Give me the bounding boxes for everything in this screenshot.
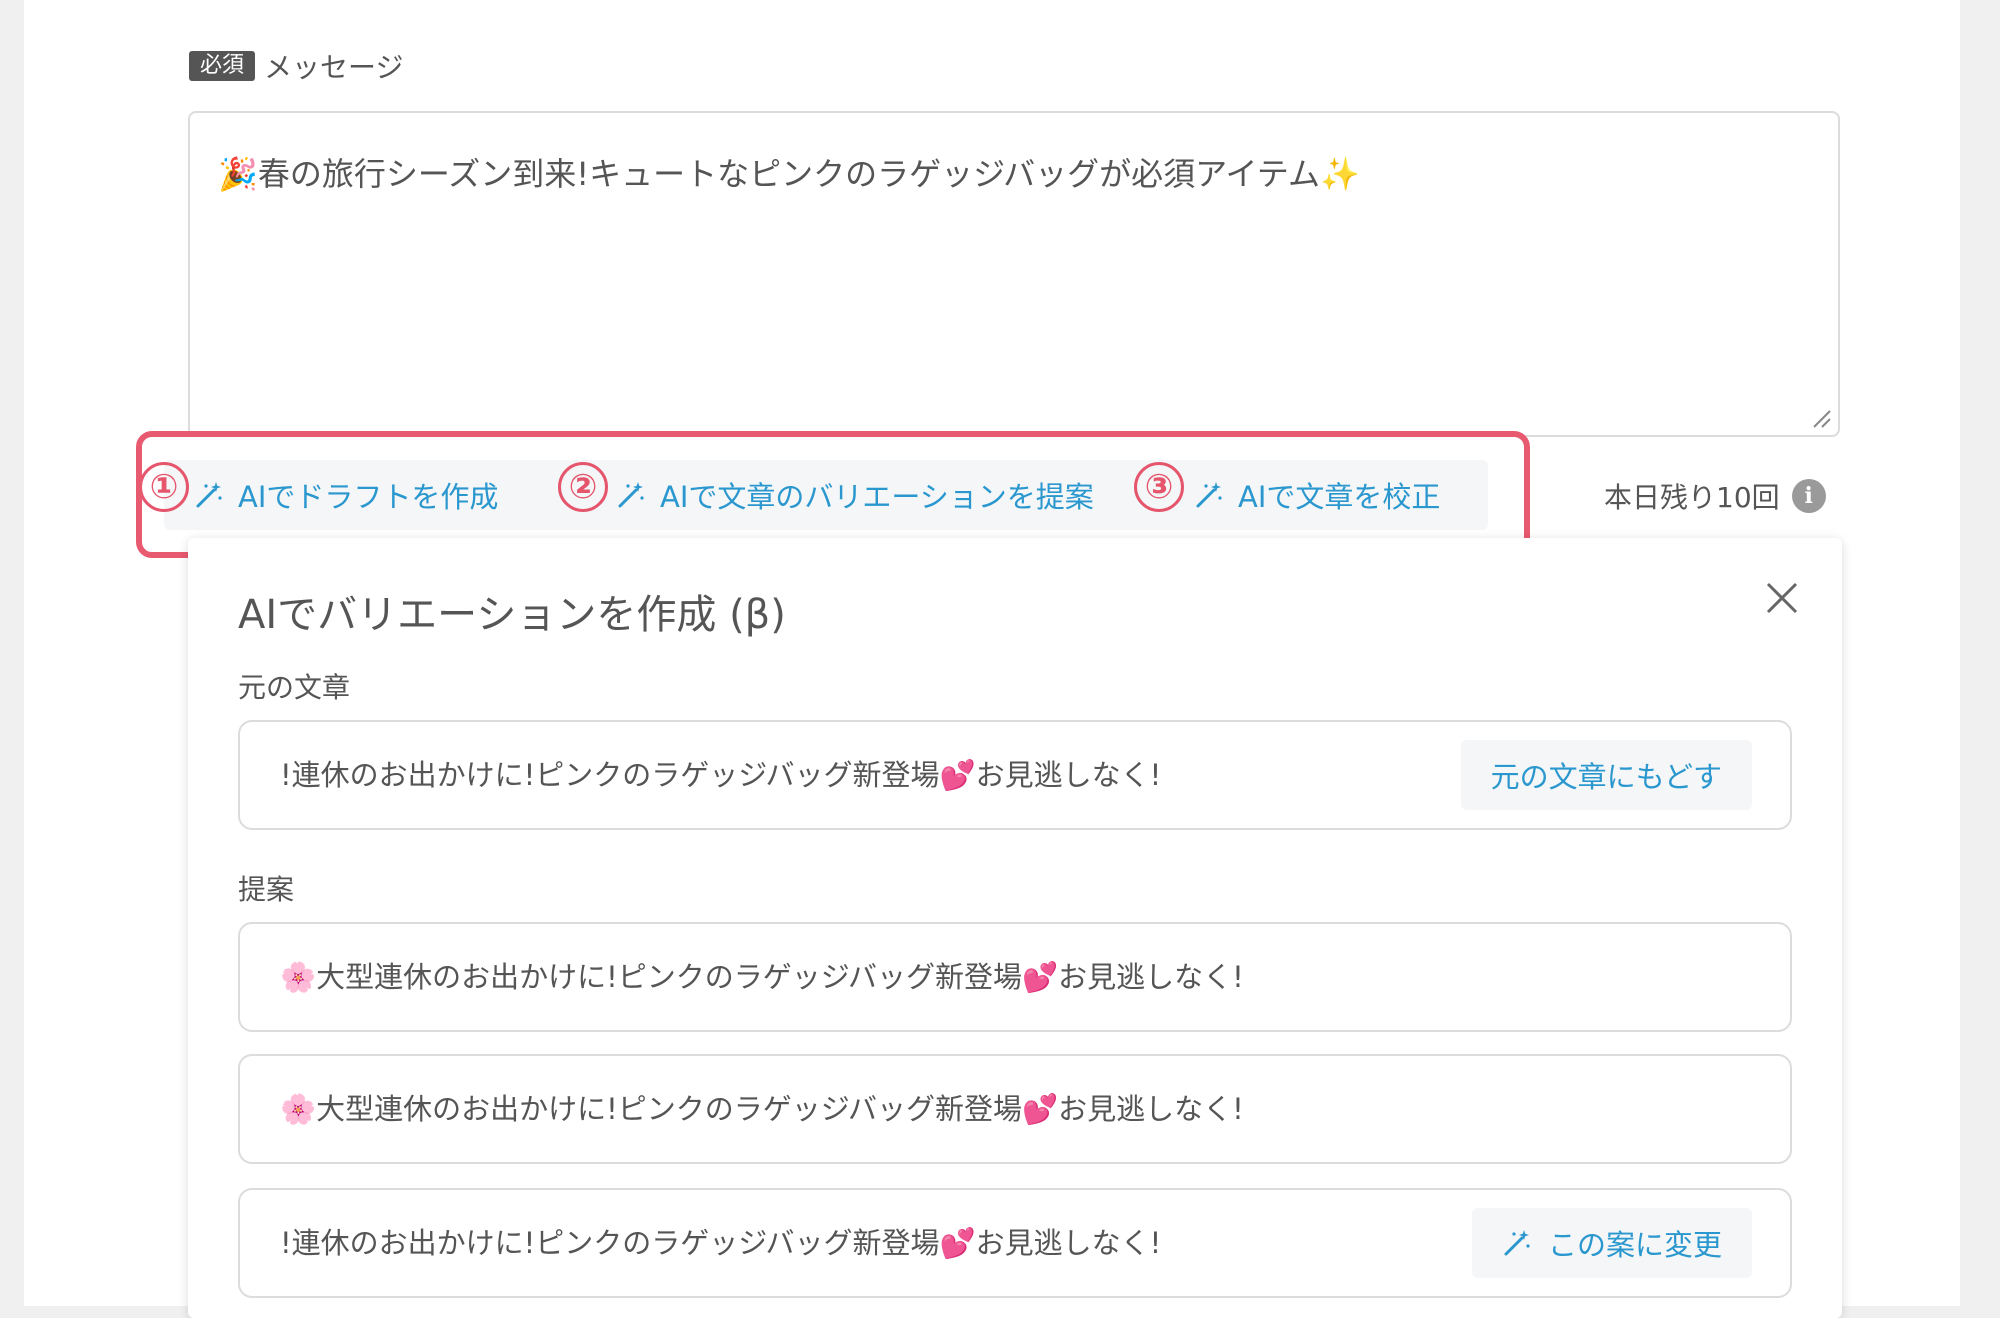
suggestion-item[interactable]: !連休のお出かけに!ピンクのラゲッジバッグ新登場💕お見逃しなく! この案に変更: [238, 1188, 1792, 1298]
apply-suggestion-button[interactable]: この案に変更: [1471, 1208, 1752, 1278]
message-label-text: メッセージ: [264, 51, 404, 84]
ai-variation-label: AIで文章のバリエーションを提案: [660, 480, 1094, 514]
suggestion-text: 🌸大型連休のお出かけに!ピンクのラゲッジバッグ新登場💕お見逃しなく!: [280, 960, 1244, 994]
magic-wand-icon: [1196, 482, 1222, 508]
remaining-count-text: 本日残り10回: [1604, 481, 1780, 514]
message-textarea-value: 🎉春の旅行シーズン到来!キュートなピンクのラゲッジバッグが必須アイテム✨: [218, 155, 1360, 193]
magic-wand-icon: [196, 482, 222, 508]
close-icon[interactable]: [1762, 578, 1802, 618]
suggestion-text: 🌸大型連休のお出かけに!ピンクのラゲッジバッグ新登場💕お見逃しなく!: [280, 1092, 1244, 1126]
step-number-1: ①: [139, 462, 189, 512]
ai-variation-button[interactable]: AIで文章のバリエーションを提案: [616, 460, 1094, 530]
remaining-count: 本日残り10回 i: [1604, 476, 1826, 516]
original-label: 元の文章: [238, 671, 351, 704]
step-number-3: ③: [1134, 462, 1184, 512]
variation-panel: AIでバリエーションを作成 (β) 元の文章 !連休のお出かけに!ピンクのラゲッ…: [188, 538, 1842, 1318]
ai-proofread-button[interactable]: AIで文章を校正: [1194, 460, 1440, 530]
info-icon[interactable]: i: [1791, 479, 1826, 513]
required-badge: 必須: [189, 51, 256, 81]
original-text-box: !連休のお出かけに!ピンクのラゲッジバッグ新登場💕お見逃しなく! 元の文章にもど…: [238, 720, 1792, 830]
resize-handle-icon[interactable]: [1808, 405, 1832, 429]
form-card: 必須 メッセージ 🎉春の旅行シーズン到来!キュートなピンクのラゲッジバッグが必須…: [24, 0, 1960, 1318]
message-label: 必須 メッセージ: [189, 46, 403, 86]
ai-draft-button[interactable]: AIでドラフトを作成: [194, 460, 498, 530]
magic-wand-icon: [618, 482, 644, 508]
suggestion-item[interactable]: 🌸大型連休のお出かけに!ピンクのラゲッジバッグ新登場💕お見逃しなく!: [238, 922, 1792, 1032]
suggestion-text: !連休のお出かけに!ピンクのラゲッジバッグ新登場💕お見逃しなく!: [280, 1226, 1162, 1260]
suggestions-label: 提案: [238, 873, 295, 906]
magic-wand-icon: [1504, 1230, 1530, 1256]
panel-title: AIでバリエーションを作成 (β): [238, 592, 786, 638]
apply-suggestion-label: この案に変更: [1547, 1228, 1722, 1262]
restore-original-button[interactable]: 元の文章にもどす: [1460, 740, 1752, 810]
ai-proofread-label: AIで文章を校正: [1238, 480, 1441, 514]
step-number-2: ②: [558, 462, 608, 512]
suggestion-item[interactable]: 🌸大型連休のお出かけに!ピンクのラゲッジバッグ新登場💕お見逃しなく!: [238, 1054, 1792, 1164]
message-textarea[interactable]: 🎉春の旅行シーズン到来!キュートなピンクのラゲッジバッグが必須アイテム✨: [188, 111, 1840, 437]
ai-draft-label: AIでドラフトを作成: [238, 480, 499, 514]
original-text: !連休のお出かけに!ピンクのラゲッジバッグ新登場💕お見逃しなく!: [280, 758, 1162, 792]
